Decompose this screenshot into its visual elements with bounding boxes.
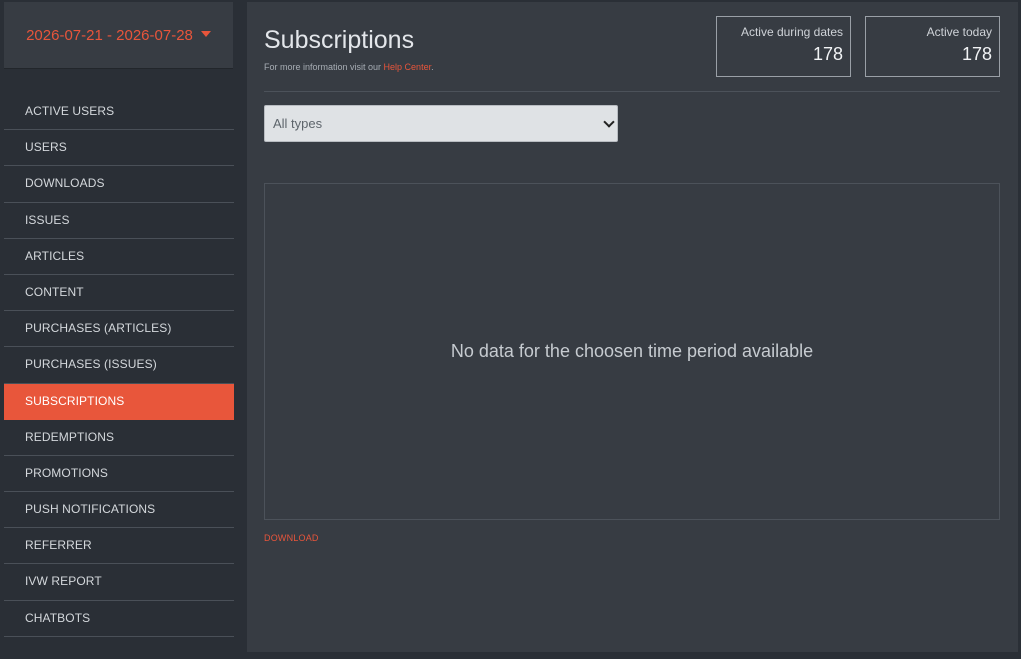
sidebar-item-referrer[interactable]: REFERRER [4, 528, 234, 565]
sidebar-item-ivw-report[interactable]: IVW REPORT [4, 564, 234, 601]
sidebar-item-purchases-articles[interactable]: PURCHASES (ARTICLES) [4, 311, 234, 348]
sidebar-item-users[interactable]: USERS [4, 130, 234, 167]
sidebar: 2026-07-21 - 2026-07-28 ACTIVE USERS USE… [4, 0, 234, 659]
download-link[interactable]: DOWNLOAD [264, 533, 319, 543]
sidebar-item-downloads[interactable]: DOWNLOADS [4, 166, 234, 203]
help-info-prefix: For more information visit our [264, 62, 384, 72]
caret-down-icon [200, 31, 211, 37]
sidebar-item-promotions[interactable]: PROMOTIONS [4, 456, 234, 493]
sidebar-item-redemptions[interactable]: REDEMPTIONS [4, 420, 234, 456]
sidebar-item-active-users[interactable]: ACTIVE USERS [4, 94, 234, 131]
sidebar-item-chatbots[interactable]: CHATBOTS [4, 601, 234, 637]
stat-active-today: Active today 178 [865, 16, 1000, 77]
sidebar-item-purchases-issues[interactable]: PURCHASES (ISSUES) [4, 347, 234, 384]
sidebar-item-articles[interactable]: ARTICLES [4, 239, 234, 275]
chevron-down-icon [603, 116, 615, 128]
select-value: All types [273, 116, 323, 131]
sidebar-nav: ACTIVE USERS USERS DOWNLOADS ISSUES ARTI… [4, 94, 234, 637]
subscription-type-select[interactable]: All types [264, 105, 618, 142]
stat-active-during-dates: Active during dates 178 [716, 16, 851, 77]
page-title: Subscriptions [264, 26, 415, 54]
app-root: 2026-07-21 - 2026-07-28 ACTIVE USERS USE… [0, 0, 1021, 659]
empty-state-message: No data for the choosen time period avai… [450, 341, 814, 361]
stat-label: Active during dates [740, 25, 843, 39]
date-range-label: 2026-07-21 - 2026-07-28 [26, 26, 193, 44]
sidebar-item-content[interactable]: CONTENT [4, 275, 234, 312]
sidebar-item-push-notifications[interactable]: PUSH NOTIFICATIONS [4, 492, 234, 529]
sidebar-item-subscriptions[interactable]: SUBSCRIPTIONS [4, 383, 234, 420]
sidebar-item-issues[interactable]: ISSUES [4, 203, 234, 239]
help-center-link[interactable]: Help Center [384, 62, 432, 72]
main-panel: Subscriptions For more information visit… [247, 2, 1018, 652]
chart-area: No data for the choosen time period avai… [264, 183, 1000, 520]
stat-value: 178 [812, 44, 843, 64]
stat-label: Active today [926, 25, 992, 39]
header-divider [264, 91, 1000, 92]
help-info-text: For more information visit our Help Cent… [264, 62, 434, 72]
date-range-picker[interactable]: 2026-07-21 - 2026-07-28 [4, 2, 233, 69]
stat-value: 178 [961, 44, 992, 64]
help-info-suffix: . [431, 62, 434, 72]
